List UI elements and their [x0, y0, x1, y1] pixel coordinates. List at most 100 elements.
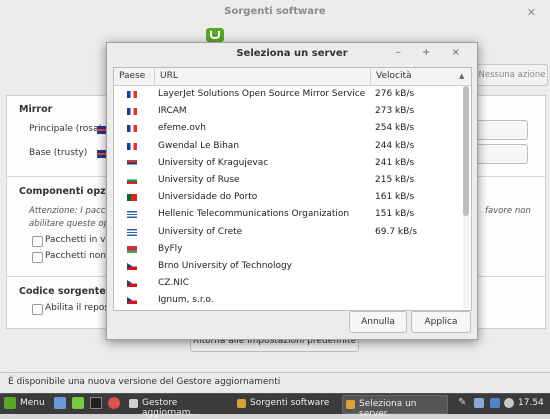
no-actions-button[interactable]: Nessuna azione — [476, 64, 548, 86]
server-list[interactable]: Paese URL Velocità ▲ LayerJet Solutions … — [113, 67, 472, 311]
column-header-speed-label: Velocità — [376, 71, 412, 81]
france-flag-icon — [127, 142, 137, 150]
sort-up-icon: ▲ — [459, 72, 465, 80]
show-desktop-icon[interactable] — [54, 397, 66, 409]
pkg-option-1-checkbox[interactable] — [32, 236, 43, 247]
flag-triangle — [127, 262, 132, 269]
list-item[interactable]: University of Kragujevac 241 kB/s — [114, 155, 459, 172]
list-item[interactable]: University of Ruse 215 kB/s — [114, 172, 459, 189]
list-item[interactable]: Universidade do Porto 161 kB/s — [114, 189, 459, 206]
base-label: Base (trusty) — [29, 148, 88, 158]
list-item[interactable]: IRCAM 273 kB/s — [114, 103, 459, 120]
background-window-title: Sorgenti software — [224, 6, 326, 17]
france-flag-icon — [127, 108, 137, 116]
column-header-speed[interactable]: Velocità ▲ — [371, 68, 471, 85]
cancel-button[interactable]: Annulla — [349, 311, 407, 333]
status-bar: È disponibile una nuova versione del Ges… — [0, 372, 550, 394]
menu-icon[interactable] — [4, 397, 16, 409]
server-speed: 276 kB/s — [375, 89, 415, 99]
attention-note-right: favore non — [485, 206, 531, 216]
list-item[interactable]: efeme.ovh 254 kB/s — [114, 120, 459, 137]
pen-icon[interactable]: ✎ — [458, 397, 468, 409]
terminal-icon[interactable] — [90, 397, 102, 409]
volume-icon[interactable] — [504, 398, 514, 408]
server-speed: 69.7 kB/s — [375, 226, 418, 237]
belarus-flag-icon — [127, 245, 137, 253]
list-item[interactable]: University of Crete 69.7 kB/s — [114, 224, 459, 241]
server-speed: 241 kB/s — [375, 157, 415, 168]
background-titlebar: Sorgenti software ✕ — [0, 0, 550, 26]
menu-label[interactable]: Menu — [20, 398, 45, 408]
column-header-url[interactable]: URL — [155, 68, 371, 85]
server-speed: 161 kB/s — [375, 192, 415, 203]
server-url: efeme.ovh — [158, 123, 206, 134]
server-url: IRCAM — [158, 106, 187, 117]
taskbar-item-label: Gestore aggiornam... — [142, 398, 200, 418]
status-text: È disponibile una nuova versione del Ges… — [8, 377, 281, 387]
list-item[interactable]: Brno University of Technology — [114, 258, 459, 275]
taskbar: Menu Gestore aggiornam... Sorgenti softw… — [0, 393, 550, 419]
flag-triangle — [127, 297, 132, 304]
serbia-flag-icon — [127, 159, 137, 167]
server-url: University of Kragujevac — [158, 157, 269, 168]
window-controls[interactable]: – + × — [396, 47, 469, 58]
server-url: University of Ruse — [158, 174, 240, 185]
clock[interactable]: 17.54 — [518, 398, 544, 408]
server-speed: 244 kB/s — [375, 140, 415, 151]
czech-flag-icon — [127, 280, 137, 288]
select-server-dialog: Seleziona un server – + × Paese URL Velo… — [106, 42, 478, 340]
network-icon[interactable] — [474, 398, 484, 408]
principale-label: Principale (rosa) — [29, 124, 102, 134]
list-item[interactable]: CZ.NIC — [114, 275, 459, 292]
list-header: Paese URL Velocità ▲ — [114, 68, 471, 86]
server-url: Gwendal Le Bihan — [158, 140, 240, 151]
bulgaria-flag-icon — [127, 176, 137, 184]
portugal-flag-icon — [127, 194, 137, 202]
browser-icon[interactable] — [108, 397, 120, 409]
mint-logo-icon — [206, 28, 224, 42]
enable-repo-checkbox[interactable] — [32, 304, 43, 315]
server-url: Universidade do Porto — [158, 192, 258, 203]
list-item[interactable]: LayerJet Solutions Open Source Mirror Se… — [114, 86, 459, 103]
france-flag-icon — [127, 91, 137, 98]
taskbar-item-select-server[interactable]: Seleziona un server — [342, 395, 448, 419]
principale-mirror-combo[interactable] — [475, 120, 528, 140]
base-mirror-combo[interactable] — [475, 144, 528, 164]
mirror-section-title: Mirror — [19, 104, 53, 115]
column-header-country[interactable]: Paese — [114, 68, 155, 85]
server-speed: 151 kB/s — [375, 209, 415, 220]
server-speed: 215 kB/s — [375, 174, 415, 185]
taskbar-item-label: Seleziona un server — [359, 399, 417, 419]
shield-icon — [129, 399, 138, 408]
greece-flag-icon — [127, 211, 137, 219]
server-url: LayerJet Solutions Open Source Mirror Se… — [158, 89, 366, 99]
close-icon[interactable]: ✕ — [527, 6, 536, 19]
server-url: CZ.NIC — [158, 278, 189, 289]
package-icon — [346, 400, 355, 409]
source-code-section-title: Codice sorgente — [19, 286, 106, 297]
taskbar-item-update-manager[interactable]: Gestore aggiornam... — [126, 395, 228, 418]
server-speed: 273 kB/s — [375, 106, 415, 117]
server-rows: LayerJet Solutions Open Source Mirror Se… — [114, 86, 459, 309]
shield-icon[interactable] — [490, 398, 500, 408]
scrollbar-thumb[interactable] — [463, 86, 469, 216]
apply-button[interactable]: Applica — [411, 311, 471, 333]
greece-flag-icon — [127, 228, 137, 236]
files-icon[interactable] — [72, 397, 84, 409]
package-icon — [237, 399, 246, 408]
list-item[interactable]: Hellenic Telecommunications Organization… — [114, 206, 459, 223]
server-speed: 254 kB/s — [375, 123, 415, 134]
server-url: University of Crete — [158, 226, 243, 237]
server-url: Ignum, s.r.o. — [158, 295, 214, 306]
france-flag-icon — [127, 125, 137, 133]
server-url: Brno University of Technology — [158, 260, 292, 271]
flag-triangle — [127, 280, 132, 287]
czech-flag-icon — [127, 297, 137, 305]
taskbar-item-software-sources[interactable]: Sorgenti software — [234, 395, 338, 412]
taskbar-item-label: Sorgenti software — [250, 398, 330, 408]
server-url: ByFly — [158, 243, 183, 254]
pkg-option-2-checkbox[interactable] — [32, 252, 43, 263]
list-item[interactable]: Ignum, s.r.o. — [114, 292, 459, 309]
list-item[interactable]: Gwendal Le Bihan 244 kB/s — [114, 138, 459, 155]
list-item[interactable]: ByFly — [114, 241, 459, 258]
